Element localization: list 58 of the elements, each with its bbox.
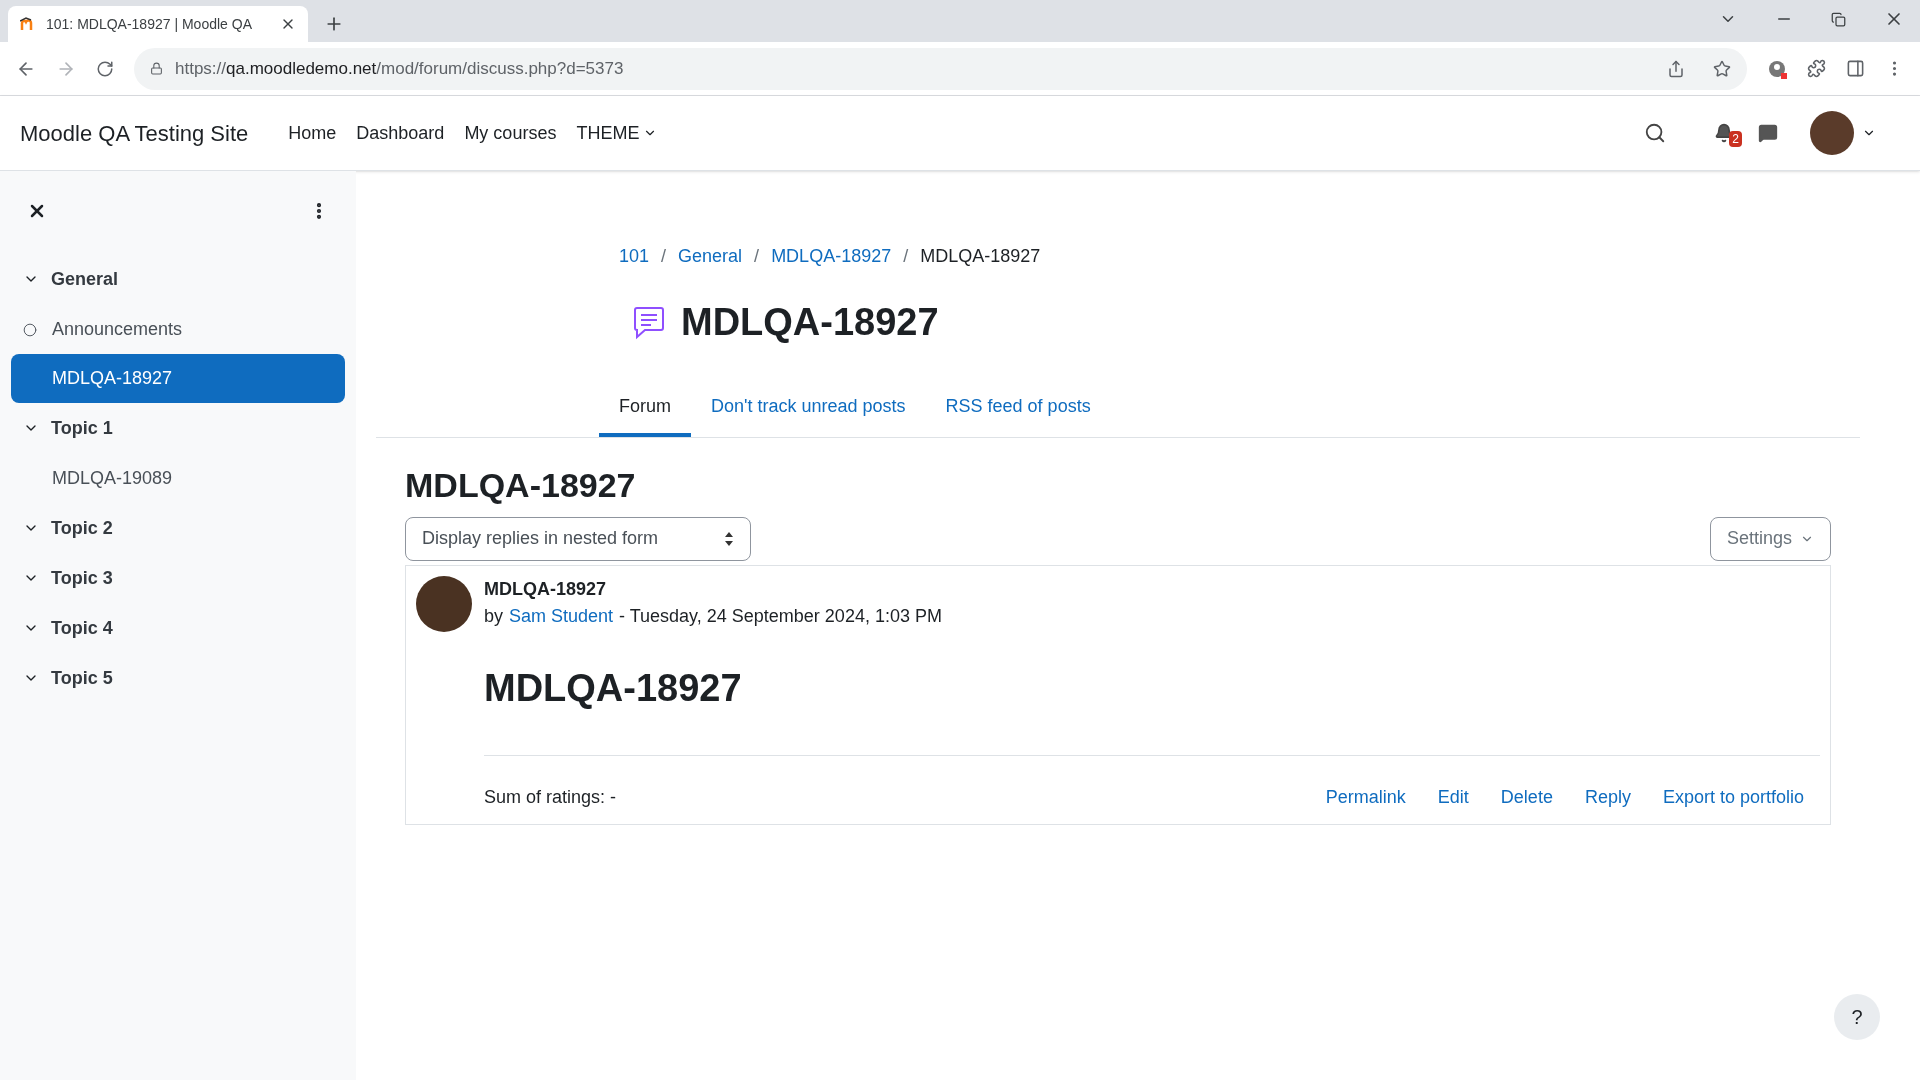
sort-arrows-icon [724,530,734,547]
browser-tab[interactable]: 101: MDLQA-18927 | Moodle QA [8,6,308,42]
breadcrumb-separator: / [903,245,909,268]
post-action-link[interactable]: Delete [1500,783,1553,811]
breadcrumb-link[interactable]: General [678,243,743,270]
user-avatar[interactable] [1810,111,1854,155]
section-title[interactable]: General [51,265,119,293]
notification-count-badge: 2 [1729,131,1742,147]
ratings-summary: Sum of ratings: - [484,785,617,809]
by-label: by [484,604,503,628]
discussion-heading: MDLQA-18927 [405,465,637,506]
post-date: - Tuesday, 24 September 2024, 1:03 PM [619,604,942,628]
breadcrumb-current: MDLQA-18927 [920,245,1041,268]
section-title[interactable]: Topic 4 [51,614,113,642]
activity-item[interactable]: MDLQA-19089 [11,453,345,503]
url-text: https://qa.moodledemo.net/mod/forum/discuss.php?d=5373 [175,57,625,80]
nav-link[interactable]: Home [288,119,337,147]
tab-title: 101: MDLQA-18927 | Moodle QA [46,14,253,34]
restore-icon[interactable] [1831,11,1846,27]
bookmark-star-icon[interactable] [1713,59,1731,78]
post-body-heading: MDLQA-18927 [484,665,743,711]
site-name[interactable]: Moodle QA Testing Site [20,116,249,150]
nav-link[interactable]: THEME [576,119,658,147]
display-mode-select[interactable]: Display replies in nested form [405,516,751,561]
reload-icon[interactable] [96,59,114,78]
section-title[interactable]: Topic 1 [51,414,113,442]
activity-item[interactable]: Announcements [11,304,345,354]
activity-item[interactable]: MDLQA-18927 [11,354,345,403]
search-icon[interactable] [1644,122,1666,144]
extension-icon[interactable] [1767,58,1787,79]
extensions-puzzle-icon[interactable] [1807,59,1826,78]
section-title[interactable]: Topic 2 [51,514,113,542]
settings-button[interactable]: Settings [1709,516,1831,561]
post-action-link[interactable]: Edit [1437,783,1469,811]
help-button[interactable]: ? [1834,994,1880,1040]
breadcrumb-link[interactable]: MDLQA-18927 [771,243,892,270]
tab[interactable]: Don't track unread posts [691,379,926,437]
author-link[interactable]: Sam Student [509,602,614,630]
nav-link[interactable]: My courses [464,119,557,147]
nav-link[interactable]: Dashboard [356,119,445,147]
tab[interactable]: Forum [599,379,691,437]
post-action-link[interactable]: Permalink [1325,783,1406,811]
page-title: MDLQA-18927 [681,300,939,345]
lock-icon [150,62,163,75]
post-action-link[interactable]: Reply [1584,783,1631,811]
post-action-link[interactable]: Export to portfolio [1662,783,1804,811]
section-title[interactable]: Topic 3 [51,564,113,592]
breadcrumb-separator: / [754,245,760,268]
messages-icon[interactable] [1758,123,1778,143]
address-bar[interactable]: https://qa.moodledemo.net/mod/forum/discuss.php?d=5373 [134,47,1747,90]
share-icon[interactable] [1667,59,1685,78]
side-panel-icon[interactable] [1846,59,1865,78]
forum-icon [633,305,665,340]
breadcrumb-link[interactable]: 101 [619,243,650,270]
section-title[interactable]: Topic 5 [51,664,113,692]
breadcrumb-separator: / [661,245,667,268]
tab[interactable]: RSS feed of posts [925,379,1111,437]
post-subject: MDLQA-18927 [484,577,608,601]
